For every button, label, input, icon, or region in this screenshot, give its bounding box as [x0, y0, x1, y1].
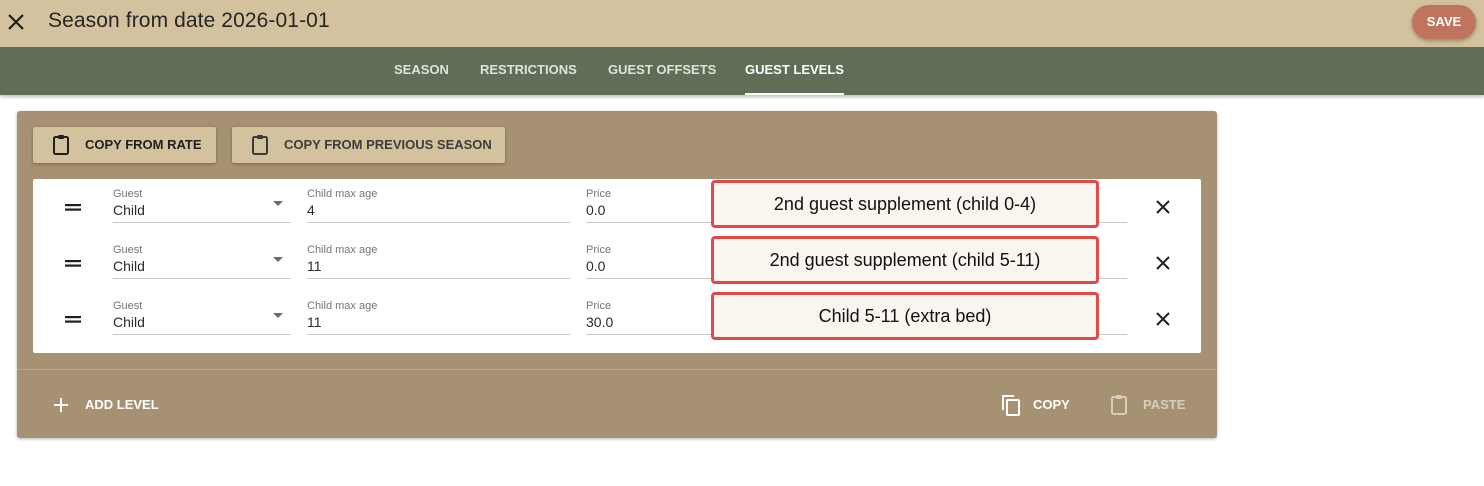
level-description-callout: Child 5-11 (extra bed): [711, 292, 1099, 340]
plus-icon: [54, 398, 68, 412]
guest-value: Child: [113, 258, 145, 274]
child-max-age-field[interactable]: Child max age 4: [307, 187, 570, 223]
copy-from-previous-season-button[interactable]: COPY FROM PREVIOUS SEASON: [232, 127, 505, 163]
copy-from-previous-season-label: COPY FROM PREVIOUS SEASON: [284, 137, 492, 152]
paste-label: PASTE: [1143, 397, 1186, 412]
close-icon[interactable]: [4, 10, 28, 34]
dropdown-arrow-icon: [273, 257, 283, 262]
tab-guest-levels[interactable]: GUEST LEVELS: [745, 47, 844, 95]
copy-from-rate-button[interactable]: COPY FROM RATE: [33, 127, 216, 163]
copy-button[interactable]: COPY: [991, 387, 1081, 423]
drag-handle-icon[interactable]: [61, 251, 85, 275]
drag-handle-icon[interactable]: [61, 195, 85, 219]
level-row: Guest Child Child max age 11 Price 0.0 2…: [33, 235, 1201, 291]
add-level-button[interactable]: ADD LEVEL: [41, 387, 181, 423]
page-title: Season from date 2026-01-01: [48, 9, 330, 32]
tab-guest-offsets[interactable]: GUEST OFFSETS: [608, 47, 716, 95]
tab-restrictions[interactable]: RESTRICTIONS: [480, 47, 577, 95]
child-max-age-label: Child max age: [307, 300, 378, 312]
clipboard-icon: [252, 135, 268, 155]
price-value: 0.0: [586, 258, 606, 274]
guest-value: Child: [113, 314, 145, 330]
price-label: Price: [586, 188, 612, 200]
guest-levels-list: Guest Child Child max age 4 Price 0.0 2n…: [33, 179, 1201, 353]
price-value: 30.0: [586, 314, 614, 330]
dropdown-arrow-icon: [273, 201, 283, 206]
guest-value: Child: [113, 202, 145, 218]
guest-levels-card: COPY FROM RATE COPY FROM PREVIOUS SEASON…: [17, 111, 1217, 438]
copy-label: COPY: [1033, 397, 1070, 412]
guest-label: Guest: [113, 300, 143, 312]
drag-handle-icon[interactable]: [61, 307, 85, 331]
paste-button[interactable]: PASTE: [1099, 387, 1199, 423]
delete-level-icon[interactable]: [1151, 251, 1175, 275]
price-value: 0.0: [586, 202, 606, 218]
price-label: Price: [586, 244, 612, 256]
delete-level-icon[interactable]: [1151, 195, 1175, 219]
guest-select[interactable]: Guest Child: [113, 299, 291, 335]
child-max-age-field[interactable]: Child max age 11: [307, 243, 570, 279]
child-max-age-value: 11: [307, 314, 322, 330]
guest-label: Guest: [113, 188, 143, 200]
copy-icon: [1002, 395, 1020, 416]
top-bar: Season from date 2026-01-01 SAVE: [0, 0, 1484, 47]
level-description-callout: 2nd guest supplement (child 0-4): [711, 180, 1099, 228]
tab-season[interactable]: SEASON: [394, 47, 449, 95]
child-max-age-label: Child max age: [307, 244, 378, 256]
guest-label: Guest: [113, 244, 143, 256]
save-button[interactable]: SAVE: [1412, 5, 1476, 39]
tab-bar: SEASON RESTRICTIONS GUEST OFFSETS GUEST …: [0, 47, 1484, 95]
level-row: Guest Child Child max age 4 Price 0.0 2n…: [33, 179, 1201, 235]
card-divider: [17, 369, 1217, 370]
child-max-age-value: 11: [307, 258, 322, 274]
add-level-label: ADD LEVEL: [85, 397, 159, 412]
guest-select[interactable]: Guest Child: [113, 243, 291, 279]
clipboard-icon: [53, 135, 69, 155]
price-label: Price: [586, 300, 612, 312]
level-description-callout: 2nd guest supplement (child 5-11): [711, 236, 1099, 284]
child-max-age-value: 4: [307, 202, 315, 218]
child-max-age-field[interactable]: Child max age 11: [307, 299, 570, 335]
dropdown-arrow-icon: [273, 313, 283, 318]
level-row: Guest Child Child max age 11 Price 30.0 …: [33, 291, 1201, 347]
guest-select[interactable]: Guest Child: [113, 187, 291, 223]
child-max-age-label: Child max age: [307, 188, 378, 200]
delete-level-icon[interactable]: [1151, 307, 1175, 331]
copy-from-rate-label: COPY FROM RATE: [85, 137, 202, 152]
clipboard-icon: [1111, 395, 1127, 415]
